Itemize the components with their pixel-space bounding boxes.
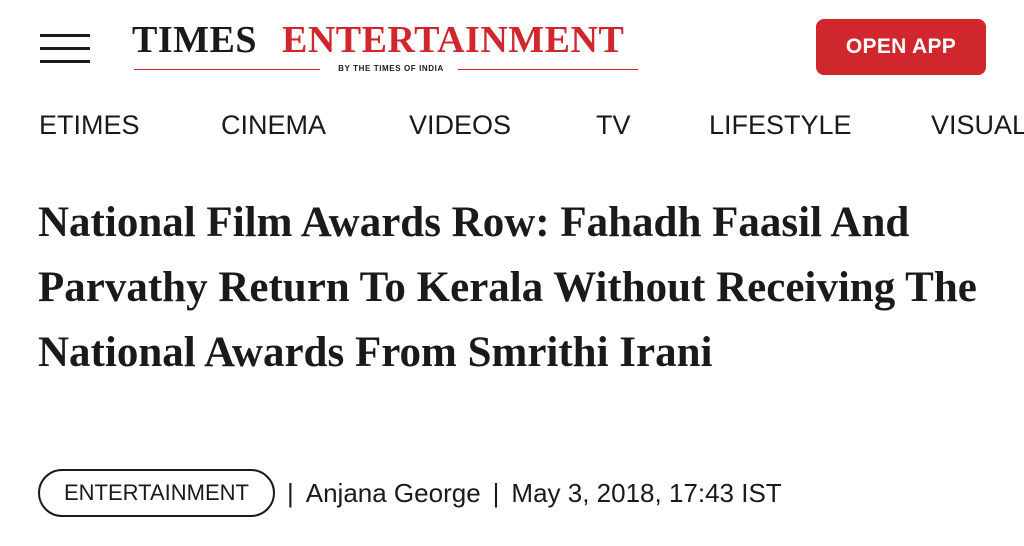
nav-item-visual[interactable]: VISUAL (931, 110, 1024, 141)
logo-entertainment-text: ENTERTAINMENT (282, 19, 625, 61)
menu-line (40, 60, 90, 63)
author-name[interactable]: Anjana George (306, 478, 481, 509)
logo-subtitle: BY THE TIMES OF INDIA (338, 64, 444, 73)
logo-rule-left (134, 69, 320, 70)
menu-line (40, 47, 90, 50)
logo-rule-right (458, 69, 638, 70)
nav-item-etimes[interactable]: ETIMES (39, 110, 140, 141)
hamburger-menu-icon[interactable] (36, 26, 92, 68)
publish-date: May 3, 2018, 17:43 IST (511, 477, 782, 508)
site-logo[interactable]: TIMES ENTERTAINMENT BY THE TIMES OF INDI… (132, 18, 640, 80)
meta-separator: | (286, 477, 294, 508)
logo-times-text: TIMES (132, 19, 257, 61)
nav-item-lifestyle[interactable]: LIFESTYLE (709, 110, 852, 141)
nav-item-cinema[interactable]: CINEMA (221, 110, 326, 141)
menu-line (40, 34, 90, 37)
meta-separator: | (492, 477, 500, 508)
article-headline: National Film Awards Row: Fahadh Faasil … (38, 199, 977, 376)
category-tag-button[interactable]: ENTERTAINMENT (38, 469, 275, 517)
nav-item-videos[interactable]: VIDEOS (409, 110, 511, 141)
nav-item-tv[interactable]: TV (596, 110, 631, 141)
article-meta: ENTERTAINMENT | Anjana George | May 3, 2… (38, 468, 782, 518)
top-header: TIMES ENTERTAINMENT BY THE TIMES OF INDI… (0, 0, 1024, 96)
open-app-button[interactable]: OPEN APP (816, 19, 986, 75)
category-nav: ETIMES CINEMA VIDEOS TV LIFESTYLE VISUAL (0, 106, 1024, 146)
